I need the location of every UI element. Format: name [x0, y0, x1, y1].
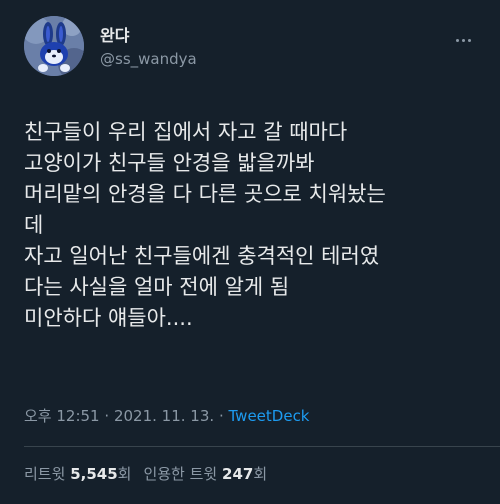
tweet-date[interactable]: 2021. 11. 13. — [114, 407, 214, 425]
tweet-stats: 리트윗 5,545회 인용한 트윗 247회 — [24, 463, 267, 485]
quotes-label: 인용한 트윗 — [143, 465, 218, 483]
tweet-text-line: 데 — [24, 213, 44, 237]
dot — [467, 38, 471, 42]
user-handle[interactable]: @ss_wandya — [100, 48, 197, 70]
tweet-source-link[interactable]: TweetDeck — [229, 407, 310, 425]
dot — [455, 38, 459, 42]
retweets-label: 리트윗 — [24, 465, 66, 483]
tweet-card: 완댜 @ss_wandya 친구들이 우리 집에서 자고 갈 때마다 고양이가 … — [0, 0, 500, 504]
blue-bunny-avatar-icon[interactable] — [24, 16, 84, 76]
retweets-unit: 회 — [117, 465, 132, 483]
tweet-time[interactable]: 오후 12:51 — [24, 407, 100, 425]
tweet-text: 친구들이 우리 집에서 자고 갈 때마다 고양이가 친구들 안경을 밟을까봐 머… — [24, 117, 486, 334]
more-dots-icon[interactable] — [448, 30, 478, 50]
tweet-text-line: 미안하다 얘들아.... — [24, 306, 193, 330]
divider — [24, 446, 500, 447]
retweets-stat[interactable]: 리트윗 5,545회 — [24, 465, 131, 483]
tweet-header: 완댜 @ss_wandya — [24, 16, 484, 78]
avatar-image — [24, 16, 84, 76]
tweet-text-line: 머리맡의 안경을 다 다른 곳으로 치워놨는 — [24, 182, 386, 206]
meta-separator: · — [104, 407, 110, 425]
user-names: 완댜 @ss_wandya — [100, 26, 197, 70]
tweet-text-line: 친구들이 우리 집에서 자고 갈 때마다 — [24, 120, 348, 144]
quotes-unit: 회 — [253, 465, 268, 483]
tweet-meta: 오후 12:51 · 2021. 11. 13. · TweetDeck — [24, 405, 310, 427]
display-name[interactable]: 완댜 — [100, 26, 197, 46]
tweet-text-line: 고양이가 친구들 안경을 밟을까봐 — [24, 151, 315, 175]
quotes-stat[interactable]: 인용한 트윗 247회 — [143, 465, 267, 483]
retweets-count: 5,545 — [70, 465, 118, 483]
tweet-text-line: 자고 일어난 친구들에겐 충격적인 테러였 — [24, 244, 380, 268]
meta-separator: · — [218, 407, 224, 425]
dot — [461, 38, 465, 42]
tweet-text-line: 다는 사실을 얼마 전에 알게 됨 — [24, 275, 290, 299]
quotes-count: 247 — [222, 465, 254, 483]
